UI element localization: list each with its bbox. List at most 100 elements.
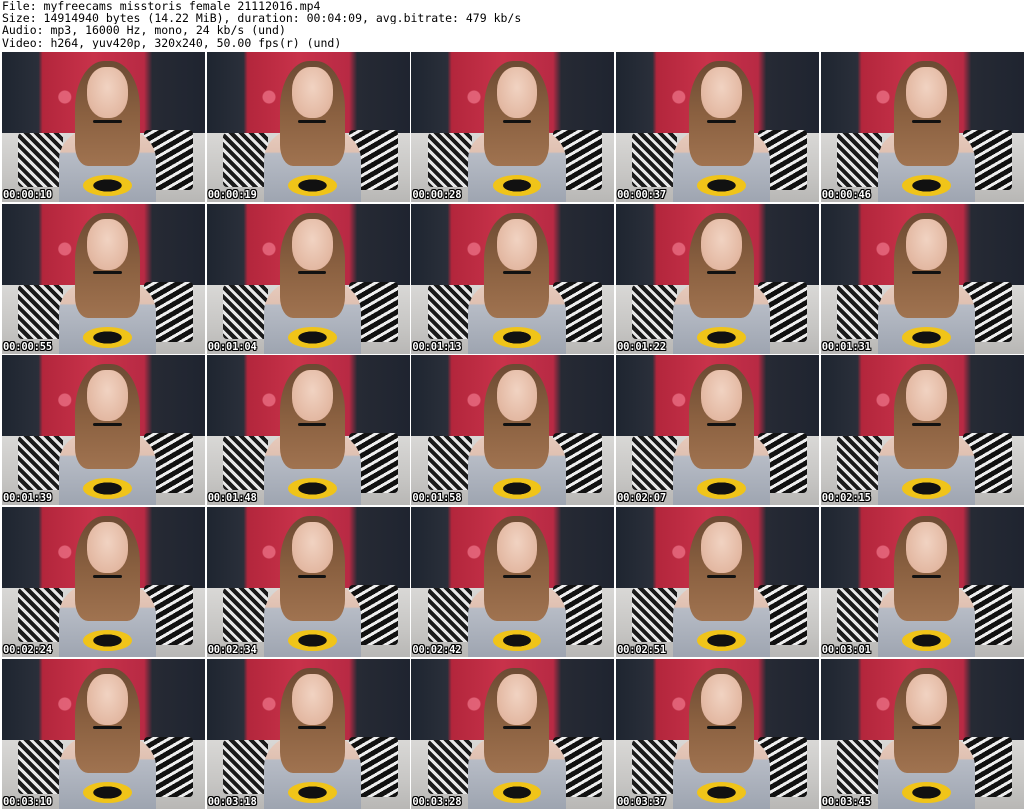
thumbnail-frame[interactable]: 00:01:58	[411, 355, 615, 506]
bat-logo	[697, 175, 746, 196]
pillow-left	[222, 284, 268, 339]
pillow-left	[427, 284, 473, 339]
choker	[298, 271, 327, 275]
bat-logo	[901, 781, 951, 803]
person-face	[701, 218, 742, 270]
audio-info-line: Audio: mp3, 16000 Hz, mono, 24 kb/s (und…	[2, 24, 286, 37]
file-info-header: File: myfreecams_misstoris_female_211120…	[2, 0, 1022, 52]
choker	[707, 574, 736, 578]
frame-timestamp: 00:02:51	[617, 644, 667, 657]
frame-timestamp: 00:00:46	[821, 189, 871, 201]
thumbnail-frame[interactable]: 00:02:51	[616, 507, 820, 658]
pillow-left	[836, 284, 882, 339]
frame-timestamp: 00:03:18	[207, 795, 257, 808]
choker	[298, 119, 327, 123]
file-size-line: Size: 14914940 bytes (14.22 MiB), durati…	[2, 12, 522, 25]
thumbnail-grid: 00:00:10 00:00:19 00:00:28 00:00:37 00:0…	[2, 52, 1024, 811]
choker	[707, 271, 736, 275]
pillow-left	[427, 436, 473, 491]
pillow-left	[836, 436, 882, 491]
bat-logo	[901, 175, 951, 196]
thumbnail-frame[interactable]: 00:01:31	[820, 203, 1024, 354]
thumbnail-frame[interactable]: 00:00:46	[820, 52, 1024, 202]
frame-timestamp: 00:03:01	[821, 644, 871, 657]
choker	[912, 574, 941, 578]
person-face	[496, 67, 538, 118]
pillow-left	[836, 739, 882, 794]
bat-logo	[697, 326, 746, 348]
thumbnail-frame[interactable]: 00:00:28	[411, 52, 615, 202]
pillow-left	[427, 739, 473, 794]
pillow-left	[632, 133, 677, 187]
thumbnail-frame[interactable]: 00:02:42	[411, 507, 615, 658]
person-face	[701, 370, 742, 422]
person-face	[87, 522, 128, 574]
bat-logo	[697, 781, 746, 803]
thumbnail-frame[interactable]: 00:00:10	[2, 52, 205, 202]
pillow-left	[632, 739, 677, 794]
choker	[707, 726, 736, 730]
thumbnail-frame[interactable]: 00:00:55	[2, 203, 205, 354]
person-face	[906, 218, 947, 270]
thumbnail-frame[interactable]: 00:03:10	[2, 658, 205, 809]
thumbnail-frame[interactable]: 00:02:07	[616, 355, 820, 506]
choker	[298, 574, 327, 578]
pillow-left	[632, 588, 677, 643]
choker	[502, 574, 532, 578]
choker	[707, 422, 736, 426]
thumbnail-frame[interactable]: 00:03:37	[616, 658, 820, 809]
choker	[502, 271, 532, 275]
person-face	[87, 218, 128, 270]
person-face	[496, 370, 538, 422]
bat-logo	[83, 781, 132, 803]
frame-timestamp: 00:01:48	[207, 492, 257, 505]
choker	[298, 422, 327, 426]
thumbnail-frame[interactable]: 00:03:01	[820, 507, 1024, 658]
pillow-left	[427, 133, 473, 187]
bat-logo	[492, 175, 542, 196]
thumbnail-frame[interactable]: 00:03:18	[206, 658, 410, 809]
thumbnail-frame[interactable]: 00:01:13	[411, 203, 615, 354]
frame-timestamp: 00:02:24	[3, 644, 52, 657]
frame-timestamp: 00:01:58	[412, 492, 462, 505]
pillow-left	[222, 133, 268, 187]
choker	[502, 726, 532, 730]
thumbnail-frame[interactable]: 00:02:34	[206, 507, 410, 658]
frame-timestamp: 00:02:15	[821, 492, 871, 505]
thumbnail-frame[interactable]: 00:01:04	[206, 203, 410, 354]
thumbnail-frame[interactable]: 00:02:24	[2, 507, 205, 658]
thumbnail-frame[interactable]: 00:00:19	[206, 52, 410, 202]
pillow-left	[632, 436, 677, 491]
pillow-left	[836, 133, 882, 187]
choker	[912, 119, 941, 123]
choker	[502, 119, 532, 123]
bat-logo	[83, 326, 132, 348]
thumbnail-frame[interactable]: 00:03:28	[411, 658, 615, 809]
frame-timestamp: 00:02:42	[412, 644, 462, 657]
pillow-left	[18, 588, 63, 643]
frame-timestamp: 00:01:31	[821, 340, 871, 353]
person-face	[87, 67, 128, 118]
frame-timestamp: 00:01:04	[207, 340, 257, 353]
person-face	[496, 673, 538, 725]
bat-logo	[287, 326, 337, 348]
bat-logo	[697, 630, 746, 652]
file-name-line: File: myfreecams_misstoris_female_211120…	[2, 0, 321, 13]
bat-logo	[287, 175, 337, 196]
person-face	[291, 67, 333, 118]
thumbnail-frame[interactable]: 00:01:48	[206, 355, 410, 506]
bat-logo	[83, 630, 132, 652]
bat-logo	[492, 630, 542, 652]
video-info-line: Video: h264, yuv420p, 320x240, 50.00 fps…	[2, 36, 342, 49]
person-face	[291, 218, 333, 270]
thumbnail-frame[interactable]: 00:00:37	[616, 52, 820, 202]
bat-logo	[492, 326, 542, 348]
bat-logo	[287, 630, 337, 652]
pillow-left	[836, 588, 882, 643]
thumbnail-frame[interactable]: 00:03:45	[820, 658, 1024, 809]
person-face	[906, 673, 947, 725]
thumbnail-frame[interactable]: 00:02:15	[820, 355, 1024, 506]
thumbnail-frame[interactable]: 00:01:22	[616, 203, 820, 354]
thumbnail-frame[interactable]: 00:01:39	[2, 355, 205, 506]
person-face	[87, 673, 128, 725]
